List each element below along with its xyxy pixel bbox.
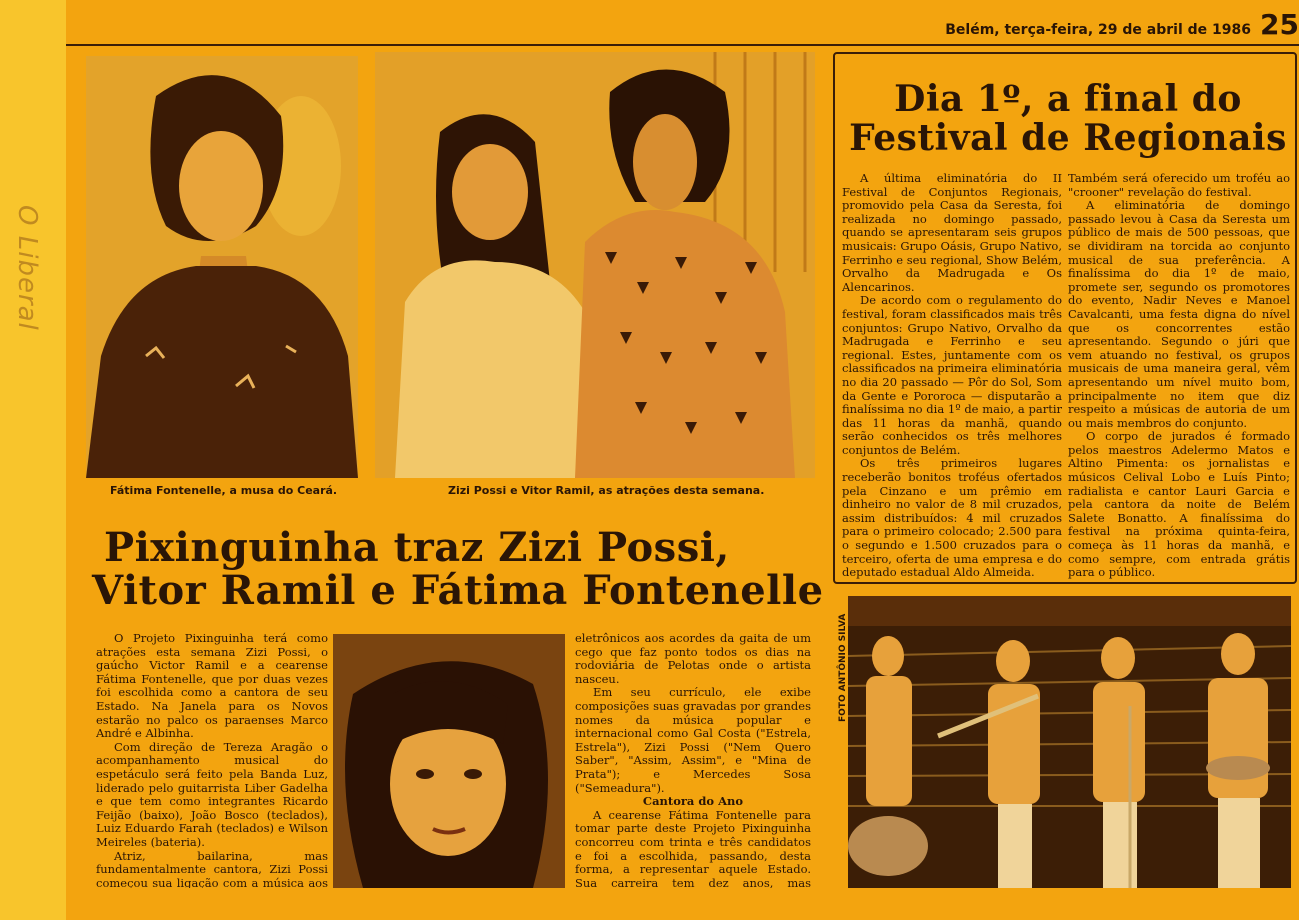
- paragraph: Os três primeiros lugares receberão boni…: [842, 456, 1062, 580]
- festival-column-1: A última eliminatória do II Festival de …: [842, 172, 1062, 580]
- left-margin-strip: O Liberal: [0, 0, 66, 920]
- paragraph: A cearense Fátima Fontenelle para tomar …: [575, 807, 811, 888]
- paragraph: eletrônicos aos acordes da gaita de um c…: [575, 632, 811, 686]
- paragraph: Com direção de Tereza Aragão o acompanha…: [96, 739, 328, 849]
- paragraph: Atriz, bailarina, mas fundamentalmente c…: [96, 848, 328, 888]
- paragraph: Também será oferecido um troféu ao "croo…: [1068, 172, 1290, 199]
- subheading-cantora-do-ano: Cantora do Ano: [642, 794, 744, 809]
- main-headline-line-2: Vitor Ramil e Fátima Fontenelle: [92, 567, 824, 615]
- paragraph: De acordo com o regulamento do festival,…: [842, 293, 1062, 457]
- photo-zizi-possi-portrait: [333, 634, 565, 888]
- main-article-column-3: eletrônicos aos acordes da gaita de um c…: [575, 632, 811, 888]
- festival-column-2: Também será oferecido um troféu ao "croo…: [1068, 172, 1290, 580]
- photo-zizi-possi-vitor-ramil: [375, 52, 815, 478]
- festival-headline-line-2: Festival de Regionais: [849, 116, 1287, 159]
- paragraph: A última eliminatória do II Festival de …: [842, 172, 1062, 294]
- main-headline: Pixinguinha traz Zizi Possi, Vitor Ramil…: [92, 524, 832, 615]
- main-headline-line-1: Pixinguinha traz Zizi Possi,: [104, 524, 730, 571]
- dateline: Belém, terça-feira, 29 de abril de 1986: [945, 22, 1251, 38]
- festival-headline: Dia 1º, a final do Festival de Regionais: [848, 80, 1288, 158]
- page-number: 25: [1260, 8, 1299, 41]
- paragraph: Em seu currículo, ele exibe composições …: [575, 685, 811, 795]
- paragraph: O Projeto Pixinguinha terá como atrações…: [96, 632, 328, 741]
- handwritten-margin-note: O Liberal: [12, 205, 42, 331]
- paragraph: O corpo de jurados é formado pelos maest…: [1068, 429, 1290, 580]
- page-header: Belém, terça-feira, 29 de abril de 1986 …: [66, 8, 1299, 46]
- photo-regional-band: [848, 596, 1291, 888]
- festival-headline-line-1: Dia 1º, a final do: [894, 78, 1242, 120]
- paragraph: A eliminatória de domingo passado levou …: [1068, 198, 1290, 430]
- photo-fatima-fontenelle: [86, 56, 358, 478]
- photo-credit: FOTO ANTÔNIO SILVA: [838, 613, 848, 722]
- main-article-column-1: O Projeto Pixinguinha terá como atrações…: [96, 632, 328, 888]
- caption-zizi-vitor: Zizi Possi e Vitor Ramil, as atrações de…: [448, 484, 765, 497]
- caption-fatima: Fátima Fontenelle, a musa do Ceará.: [110, 484, 338, 497]
